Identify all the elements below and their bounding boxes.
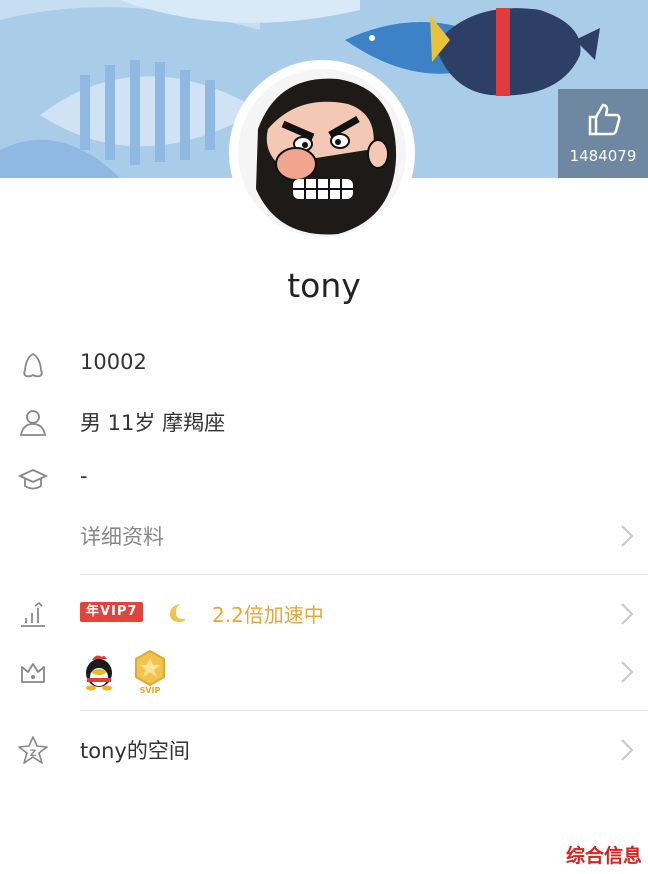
- basic-info-row: 男 11岁 摩羯座: [0, 393, 648, 451]
- avatar-cartoon-face: [238, 69, 406, 237]
- qzone-link[interactable]: tony的空间: [80, 735, 190, 765]
- education-value: -: [80, 464, 88, 488]
- speed-status: 2.2倍加速中: [212, 603, 324, 627]
- medal-label: SVIP: [140, 686, 161, 695]
- space-row[interactable]: Z tony的空间: [0, 721, 648, 779]
- svg-text:Z: Z: [30, 749, 37, 759]
- details-row[interactable]: 详细资料: [0, 507, 648, 565]
- education-row: -: [0, 450, 648, 508]
- chevron-right-icon: [620, 602, 634, 626]
- qq-penguin-icon: [18, 350, 48, 380]
- like-button[interactable]: 1484079: [558, 89, 648, 178]
- space-star-icon: Z: [18, 735, 48, 765]
- penguin-mascot-icon: [80, 653, 118, 695]
- growth-chart-icon: [18, 599, 48, 629]
- graduation-cap-icon: [17, 464, 49, 494]
- avatar[interactable]: [238, 69, 406, 237]
- vip-badge: 年VIP7: [80, 602, 144, 622]
- details-link[interactable]: 详细资料: [80, 521, 164, 551]
- medal-icon: SVIP: [130, 649, 170, 699]
- crown-icon: [18, 657, 48, 687]
- qq-number-row: 10002: [0, 336, 648, 394]
- nickname: tony: [287, 266, 361, 305]
- like-count: 1484079: [569, 147, 637, 165]
- vip-row[interactable]: 年VIP7 2.2倍加速中: [0, 585, 648, 643]
- qq-number: 10002: [80, 350, 147, 374]
- divider: [80, 710, 648, 711]
- chevron-right-icon: [620, 660, 634, 684]
- divider: [80, 574, 648, 575]
- honors-row[interactable]: SVIP: [0, 643, 648, 701]
- watermark-text: 综合信息: [565, 845, 642, 867]
- moon-icon: [164, 601, 188, 629]
- chevron-right-icon: [620, 738, 634, 762]
- gender-age-zodiac: 男 11岁 摩羯座: [80, 411, 226, 435]
- chevron-right-icon: [620, 524, 634, 548]
- person-icon: [18, 407, 48, 437]
